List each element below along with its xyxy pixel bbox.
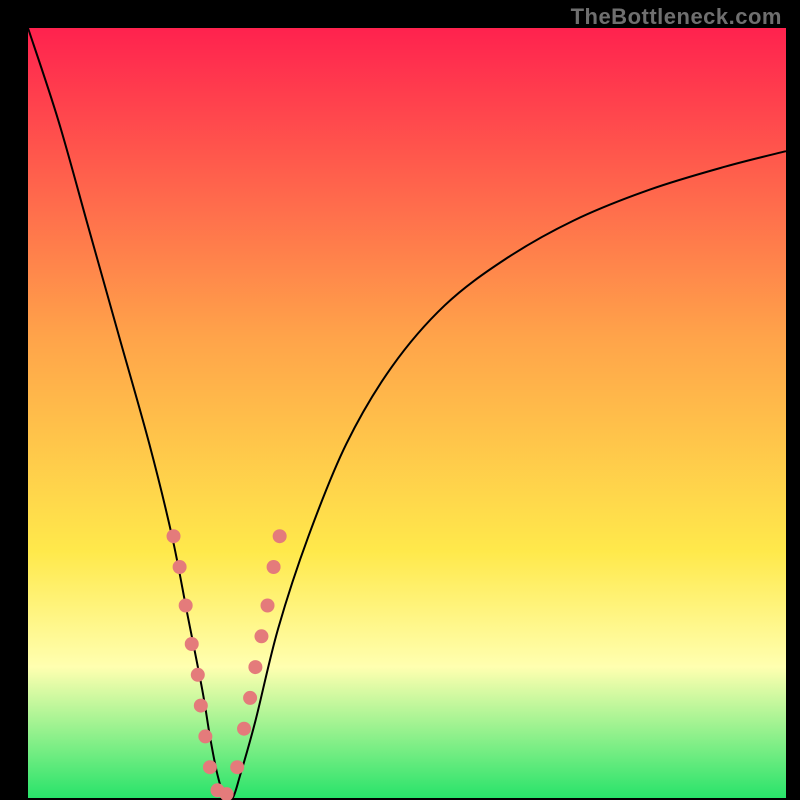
data-dot	[191, 668, 205, 682]
data-dot	[273, 529, 287, 543]
watermark-text: TheBottleneck.com	[571, 4, 782, 30]
data-dot	[254, 629, 268, 643]
data-dot	[173, 560, 187, 574]
data-dot	[230, 760, 244, 774]
data-dot	[248, 660, 262, 674]
data-dot	[267, 560, 281, 574]
data-dot	[167, 529, 181, 543]
data-dot	[237, 722, 251, 736]
bottleneck-chart: TheBottleneck.com	[0, 0, 800, 800]
data-dot	[203, 760, 217, 774]
bottleneck-curve	[28, 28, 786, 800]
data-dot	[198, 729, 212, 743]
data-dot	[185, 637, 199, 651]
data-dot	[243, 691, 257, 705]
curve-layer	[0, 0, 800, 800]
data-dot	[261, 599, 275, 613]
data-dot	[194, 699, 208, 713]
data-dot	[179, 599, 193, 613]
